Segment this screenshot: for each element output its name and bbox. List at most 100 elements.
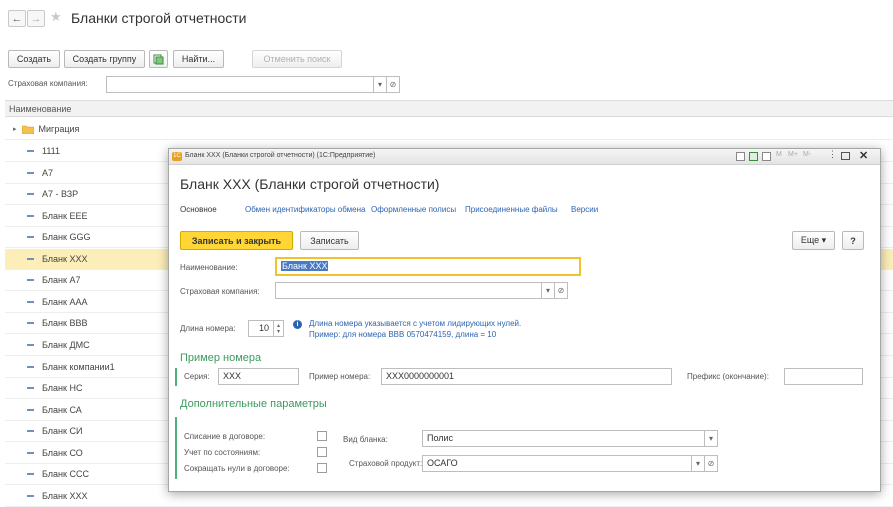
tab-attached-files[interactable]: Присоединенные файлы: [465, 205, 558, 214]
list-item-label: Бланк EEE: [42, 211, 88, 221]
length-label: Длина номера:: [180, 324, 236, 333]
form-type-dropdown-button[interactable]: ▾: [704, 430, 718, 447]
item-dash-icon: [27, 387, 34, 389]
app-logo-icon: 1С: [172, 152, 182, 161]
list-item-label: А7: [42, 168, 54, 178]
name-label: Наименование:: [180, 263, 238, 272]
dropdown-button[interactable]: ▾: [373, 76, 387, 93]
chevron-down-icon: ▾: [377, 80, 382, 89]
product-input[interactable]: ОСАГО: [422, 455, 692, 472]
list-item-label: Бланк А7: [42, 275, 81, 285]
series-input[interactable]: XXX: [218, 368, 299, 385]
name-input-value: Бланк XXX: [281, 261, 329, 271]
link-icon: ⊘: [557, 286, 565, 295]
tab-main[interactable]: Основное: [180, 205, 217, 214]
company-dropdown-button[interactable]: ▾: [541, 282, 555, 299]
list-item-label: Бланк СИ: [42, 426, 83, 436]
memory-minus-button[interactable]: M-: [803, 151, 811, 158]
tab-issued-policies[interactable]: Оформленные полисы: [371, 205, 456, 214]
list-item-label: Бланк XXX: [42, 254, 88, 264]
column-header-name[interactable]: Наименование: [5, 100, 893, 117]
expand-arrow-icon[interactable]: ▸: [13, 125, 17, 133]
product-open-button[interactable]: ⊘: [704, 455, 718, 472]
folder-icon: [21, 125, 34, 134]
section-marker: [175, 417, 177, 479]
table-icon[interactable]: [749, 152, 758, 161]
prefix-input[interactable]: [784, 368, 863, 385]
find-button[interactable]: Найти...: [173, 50, 224, 68]
memory-button[interactable]: M: [776, 151, 782, 158]
dialog-titlebar-text: Бланк XXX (Бланки строгой отчетности) (1…: [185, 152, 376, 159]
list-item-label: Бланк компании1: [42, 362, 115, 372]
prefix-label: Префикс (окончание):: [687, 372, 769, 381]
stepper-down-icon[interactable]: ▾: [277, 329, 280, 335]
state-checkbox[interactable]: [317, 447, 327, 457]
trim-zeros-checkbox[interactable]: [317, 463, 327, 473]
info-icon: i: [293, 320, 302, 329]
copy-button[interactable]: [149, 50, 168, 68]
create-group-button[interactable]: Создать группу: [64, 50, 145, 68]
company-label: Страховая компания:: [180, 287, 260, 296]
item-dash-icon: [27, 409, 34, 411]
tab-exchange-ids[interactable]: Обмен идентификаторы обмена: [245, 205, 365, 214]
tab-versions[interactable]: Версии: [571, 205, 598, 214]
item-dash-icon: [27, 193, 34, 195]
item-dash-icon: [27, 279, 34, 281]
example-number-input[interactable]: XXX0000000001: [381, 368, 672, 385]
company-input[interactable]: [275, 282, 542, 299]
company-filter-input[interactable]: [106, 76, 374, 93]
extra-section-title: Дополнительные параметры: [180, 398, 327, 410]
item-dash-icon: [27, 452, 34, 454]
list-item-label: Бланк НС: [42, 383, 83, 393]
chevron-down-icon: ▾: [695, 459, 700, 468]
series-label: Серия:: [184, 372, 210, 381]
writeoff-label: Списание в договоре:: [184, 432, 266, 441]
back-button[interactable]: ←: [8, 10, 26, 27]
item-dash-icon: [27, 236, 34, 238]
more-actions-button[interactable]: Еще ▾: [792, 231, 835, 250]
company-open-button[interactable]: ⊘: [554, 282, 568, 299]
state-label: Учет по состояниям:: [184, 448, 261, 457]
open-link-button[interactable]: ⊘: [386, 76, 400, 93]
item-dash-icon: [27, 344, 34, 346]
create-button[interactable]: Создать: [8, 50, 60, 68]
print-icon[interactable]: [736, 152, 745, 161]
name-input[interactable]: Бланк XXX: [275, 257, 581, 276]
product-label: Страховой продукт:: [349, 459, 423, 468]
list-item-label: 1111: [42, 146, 61, 156]
dialog-titlebar: 1С Бланк XXX (Бланки строгой отчетности)…: [169, 149, 880, 165]
back-arrow-icon: ←: [11, 12, 23, 25]
list-item-label: Бланк ССС: [42, 469, 89, 479]
cancel-search-button[interactable]: Отменить поиск: [252, 50, 342, 68]
item-dash-icon: [27, 301, 34, 303]
section-marker: [175, 368, 177, 386]
length-stepper[interactable]: ▴ ▾: [273, 320, 284, 337]
forward-arrow-icon: →: [30, 12, 42, 25]
writeoff-checkbox[interactable]: [317, 431, 327, 441]
favorite-star-icon[interactable]: ★: [50, 9, 62, 25]
link-icon: ⊘: [707, 459, 715, 468]
item-dash-icon: [27, 473, 34, 475]
item-dash-icon: [27, 366, 34, 368]
group-label: Миграция: [38, 124, 80, 134]
list-item-label: Бланк ДМС: [42, 340, 90, 350]
close-icon[interactable]: ✕: [859, 149, 868, 162]
help-button[interactable]: ?: [842, 231, 864, 250]
page-title: Бланки строгой отчетности: [71, 10, 247, 26]
save-button[interactable]: Записать: [300, 231, 359, 250]
item-dash-icon: [27, 322, 34, 324]
save-and-close-button[interactable]: Записать и закрыть: [180, 231, 293, 250]
form-type-select[interactable]: Полис: [422, 430, 705, 447]
item-dash-icon: [27, 150, 34, 152]
forward-button[interactable]: →: [27, 10, 45, 27]
calendar-icon[interactable]: [762, 152, 771, 161]
list-item-label: А7 - ВЗР: [42, 189, 79, 199]
more-icon[interactable]: ⋮: [828, 149, 837, 160]
memory-plus-button[interactable]: M+: [788, 151, 798, 158]
example-section-title: Пример номера: [180, 352, 262, 364]
list-group-row[interactable]: ▸ Миграция: [5, 119, 893, 140]
maximize-icon[interactable]: [841, 152, 850, 160]
example-number-label: Пример номера:: [309, 372, 371, 381]
product-dropdown-button[interactable]: ▾: [691, 455, 705, 472]
length-input[interactable]: 10: [248, 320, 274, 337]
